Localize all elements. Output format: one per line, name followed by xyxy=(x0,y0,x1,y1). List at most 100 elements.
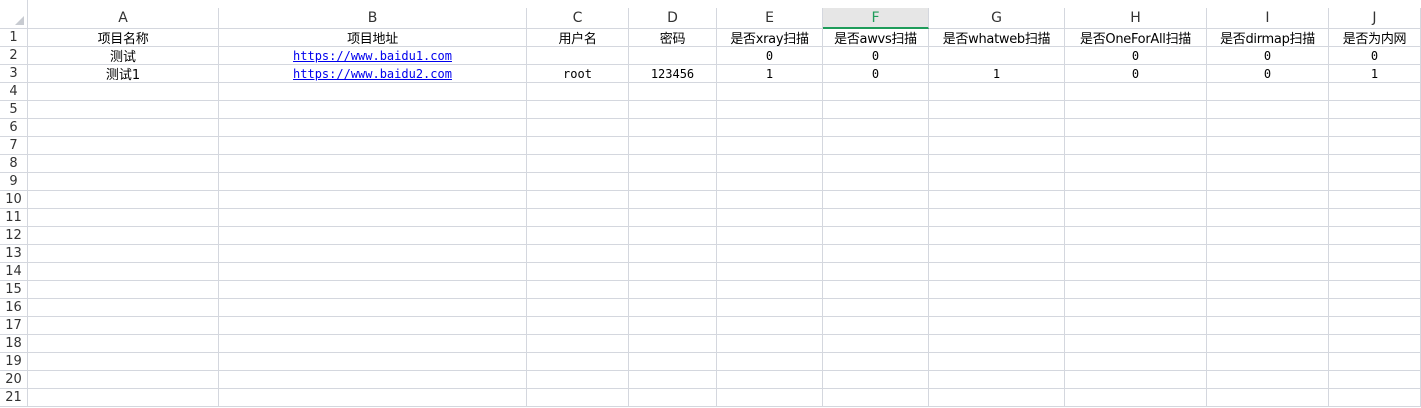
row-header-4[interactable]: 4 xyxy=(0,83,28,101)
empty-cell[interactable] xyxy=(629,227,717,245)
table-cell[interactable]: 0 xyxy=(717,47,823,65)
empty-cell[interactable] xyxy=(527,119,629,137)
empty-cell[interactable] xyxy=(28,101,219,119)
empty-cell[interactable] xyxy=(1207,389,1329,407)
empty-cell[interactable] xyxy=(629,335,717,353)
empty-cell[interactable] xyxy=(1065,119,1207,137)
empty-cell[interactable] xyxy=(717,119,823,137)
row-header-21[interactable]: 21 xyxy=(0,389,28,407)
table-cell[interactable]: 1 xyxy=(717,65,823,83)
empty-cell[interactable] xyxy=(823,299,929,317)
column-header-h[interactable]: H xyxy=(1065,8,1207,29)
empty-cell[interactable] xyxy=(823,173,929,191)
empty-cell[interactable] xyxy=(1065,371,1207,389)
empty-cell[interactable] xyxy=(1065,281,1207,299)
empty-cell[interactable] xyxy=(219,83,527,101)
empty-cell[interactable] xyxy=(1207,263,1329,281)
header-cell-b[interactable]: 项目地址 xyxy=(219,29,527,47)
empty-cell[interactable] xyxy=(28,335,219,353)
empty-cell[interactable] xyxy=(929,281,1065,299)
empty-cell[interactable] xyxy=(629,371,717,389)
header-cell-e[interactable]: 是否xray扫描 xyxy=(717,29,823,47)
empty-cell[interactable] xyxy=(1207,209,1329,227)
empty-cell[interactable] xyxy=(929,245,1065,263)
empty-cell[interactable] xyxy=(629,191,717,209)
empty-cell[interactable] xyxy=(929,389,1065,407)
header-cell-g[interactable]: 是否whatweb扫描 xyxy=(929,29,1065,47)
table-cell[interactable]: 0 xyxy=(1207,47,1329,65)
row-header-9[interactable]: 9 xyxy=(0,173,28,191)
empty-cell[interactable] xyxy=(629,281,717,299)
select-all-corner[interactable] xyxy=(0,0,28,29)
table-cell[interactable] xyxy=(929,47,1065,65)
empty-cell[interactable] xyxy=(929,209,1065,227)
header-cell-j[interactable]: 是否为内网 xyxy=(1329,29,1421,47)
empty-cell[interactable] xyxy=(219,263,527,281)
empty-cell[interactable] xyxy=(1329,83,1421,101)
empty-cell[interactable] xyxy=(1207,353,1329,371)
column-header-a[interactable]: A xyxy=(28,8,219,29)
row-header-10[interactable]: 10 xyxy=(0,191,28,209)
empty-cell[interactable] xyxy=(1065,389,1207,407)
empty-cell[interactable] xyxy=(527,371,629,389)
empty-cell[interactable] xyxy=(1065,299,1207,317)
row-header-3[interactable]: 3 xyxy=(0,65,28,83)
empty-cell[interactable] xyxy=(823,335,929,353)
empty-cell[interactable] xyxy=(929,101,1065,119)
empty-cell[interactable] xyxy=(527,245,629,263)
empty-cell[interactable] xyxy=(629,353,717,371)
row-header-8[interactable]: 8 xyxy=(0,155,28,173)
empty-cell[interactable] xyxy=(929,353,1065,371)
empty-cell[interactable] xyxy=(629,389,717,407)
empty-cell[interactable] xyxy=(1329,119,1421,137)
empty-cell[interactable] xyxy=(1329,101,1421,119)
empty-cell[interactable] xyxy=(929,155,1065,173)
empty-cell[interactable] xyxy=(28,389,219,407)
table-cell[interactable]: 测试1 xyxy=(28,65,219,83)
empty-cell[interactable] xyxy=(219,353,527,371)
url-link-cell[interactable]: https://www.baidu1.com xyxy=(219,47,527,65)
empty-cell[interactable] xyxy=(1207,335,1329,353)
empty-cell[interactable] xyxy=(629,83,717,101)
column-header-j[interactable]: J xyxy=(1329,8,1421,29)
empty-cell[interactable] xyxy=(629,263,717,281)
url-link-cell[interactable]: https://www.baidu2.com xyxy=(219,65,527,83)
empty-cell[interactable] xyxy=(1065,209,1207,227)
row-header-20[interactable]: 20 xyxy=(0,371,28,389)
empty-cell[interactable] xyxy=(527,335,629,353)
empty-cell[interactable] xyxy=(717,281,823,299)
header-cell-c[interactable]: 用户名 xyxy=(527,29,629,47)
empty-cell[interactable] xyxy=(1207,83,1329,101)
empty-cell[interactable] xyxy=(28,173,219,191)
empty-cell[interactable] xyxy=(929,227,1065,245)
empty-cell[interactable] xyxy=(823,191,929,209)
empty-cell[interactable] xyxy=(28,353,219,371)
empty-cell[interactable] xyxy=(1207,317,1329,335)
table-cell[interactable]: 1 xyxy=(1329,65,1421,83)
empty-cell[interactable] xyxy=(717,83,823,101)
empty-cell[interactable] xyxy=(1329,137,1421,155)
column-header-g[interactable]: G xyxy=(929,8,1065,29)
empty-cell[interactable] xyxy=(823,371,929,389)
empty-cell[interactable] xyxy=(28,227,219,245)
empty-cell[interactable] xyxy=(28,281,219,299)
empty-cell[interactable] xyxy=(1207,245,1329,263)
empty-cell[interactable] xyxy=(929,371,1065,389)
column-header-e[interactable]: E xyxy=(717,8,823,29)
table-cell[interactable] xyxy=(527,47,629,65)
empty-cell[interactable] xyxy=(28,371,219,389)
empty-cell[interactable] xyxy=(1065,101,1207,119)
empty-cell[interactable] xyxy=(717,371,823,389)
empty-cell[interactable] xyxy=(28,191,219,209)
empty-cell[interactable] xyxy=(717,101,823,119)
empty-cell[interactable] xyxy=(1065,335,1207,353)
table-cell[interactable]: 0 xyxy=(1329,47,1421,65)
empty-cell[interactable] xyxy=(28,299,219,317)
table-cell[interactable]: 1 xyxy=(929,65,1065,83)
empty-cell[interactable] xyxy=(1329,281,1421,299)
column-header-c[interactable]: C xyxy=(527,8,629,29)
row-header-19[interactable]: 19 xyxy=(0,353,28,371)
empty-cell[interactable] xyxy=(717,137,823,155)
row-header-2[interactable]: 2 xyxy=(0,47,28,65)
empty-cell[interactable] xyxy=(28,263,219,281)
